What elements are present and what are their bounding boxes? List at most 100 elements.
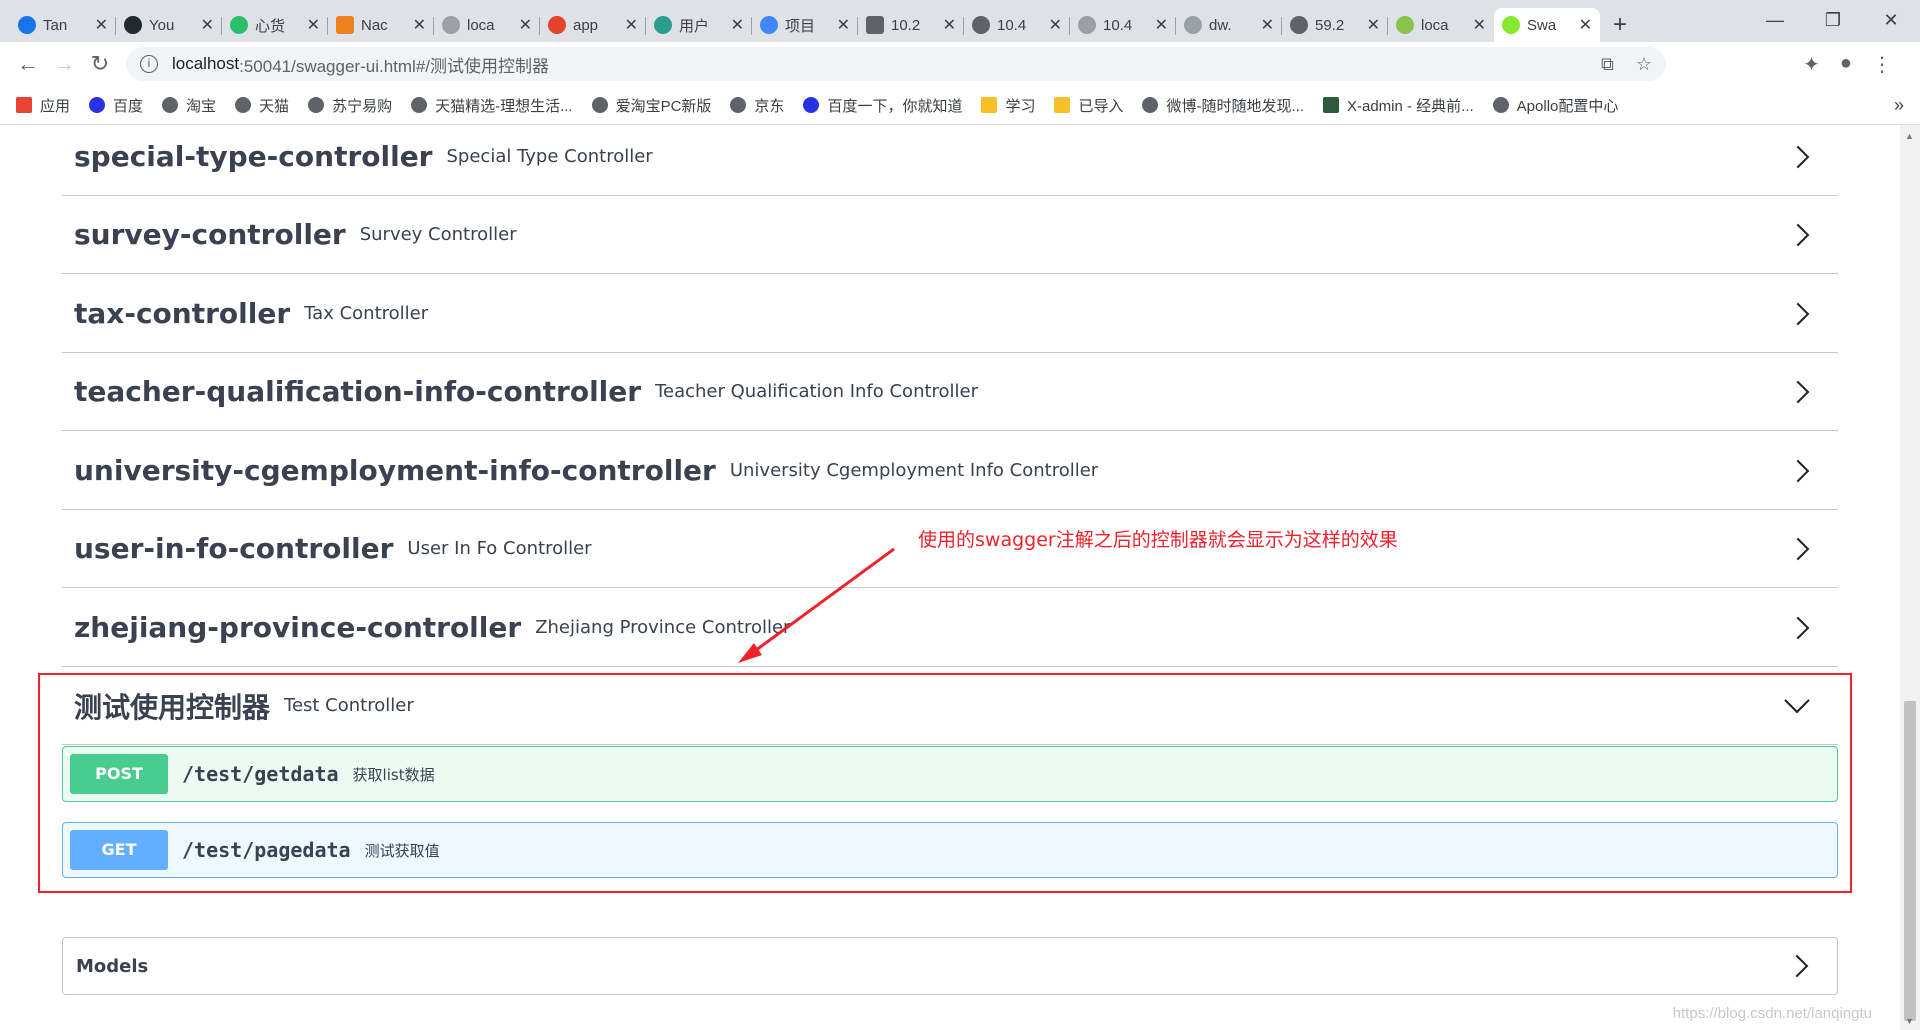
- tab-label: loca: [467, 16, 495, 34]
- tab-bar: Tan ✕ You ✕ 心货 ✕ Nac ✕ loca ✕ app ✕ 用户 ✕ 项目 ✕ 10…: [0, 0, 1920, 42]
- bookmark-label: 苏宁易购: [332, 97, 393, 115]
- tab-favicon-icon: [18, 16, 36, 34]
- address-bar[interactable]: i localhost:50041/swagger-ui.html#/测试使用控…: [126, 47, 1666, 81]
- annotation-arrow: [738, 547, 895, 663]
- tab-label: 59.2: [1315, 16, 1345, 34]
- vue-icon: [654, 16, 672, 34]
- bookmark-label: 百度一下，你就知道: [827, 97, 963, 115]
- close-icon[interactable]: ✕: [201, 15, 214, 35]
- tab[interactable]: 10.4 ✕: [964, 8, 1070, 42]
- globe-icon: [1142, 97, 1159, 113]
- bookmark-item[interactable]: X-admin - 经典前...: [1322, 95, 1474, 116]
- star-icon[interactable]: ☆: [1636, 54, 1652, 75]
- bookmark-folder[interactable]: 学习: [981, 95, 1035, 116]
- globe-icon: [730, 97, 747, 113]
- close-icon[interactable]: ✕: [519, 15, 532, 35]
- maximize-button[interactable]: ❐: [1804, 0, 1862, 40]
- bookmarks-more-button[interactable]: »: [1894, 95, 1904, 116]
- back-button[interactable]: ←: [10, 46, 46, 82]
- tab-label: 心货: [255, 17, 286, 35]
- bookmark-item[interactable]: 百度一下，你就知道: [803, 95, 962, 116]
- bookmark-item[interactable]: 应用: [16, 95, 70, 116]
- close-icon[interactable]: ✕: [625, 15, 638, 35]
- tab[interactable]: 10.2 ✕: [858, 8, 964, 42]
- arrow-line: [747, 547, 895, 658]
- bookmark-item[interactable]: 百度: [89, 95, 143, 116]
- tab[interactable]: app ✕: [540, 8, 646, 42]
- bookmark-item[interactable]: 天猫精选-理想生活...: [411, 95, 573, 116]
- info-icon[interactable]: i: [140, 55, 158, 73]
- bookmark-item[interactable]: 京东: [730, 95, 784, 116]
- close-icon[interactable]: ✕: [95, 15, 108, 35]
- models-section[interactable]: Models: [62, 937, 1838, 995]
- apps-icon: [16, 97, 32, 113]
- close-icon[interactable]: ✕: [1579, 15, 1592, 35]
- tab[interactable]: Nac ✕: [328, 8, 434, 42]
- close-icon[interactable]: ✕: [1049, 15, 1062, 35]
- tab-label: Swa: [1527, 16, 1557, 34]
- close-icon[interactable]: ✕: [413, 15, 426, 35]
- window-close-button[interactable]: ✕: [1862, 0, 1920, 40]
- close-icon[interactable]: ✕: [837, 15, 850, 35]
- tab[interactable]: 心货 ✕: [222, 8, 328, 42]
- reload-button[interactable]: ↻: [82, 46, 118, 82]
- minimize-button[interactable]: —: [1746, 0, 1804, 40]
- tab[interactable]: You ✕: [116, 8, 222, 42]
- bookmark-item[interactable]: 微博-随时随地发现...: [1142, 95, 1304, 116]
- bookmark-label: 百度: [113, 97, 144, 115]
- close-icon[interactable]: ✕: [307, 15, 320, 35]
- bookmark-item[interactable]: 爱淘宝PC新版: [591, 95, 711, 116]
- tab-label: You: [149, 16, 175, 34]
- tab[interactable]: Tan ✕: [10, 8, 116, 42]
- bookmark-item[interactable]: 天猫: [235, 95, 289, 116]
- bookmark-label: 天猫: [259, 97, 290, 115]
- globe-icon: [235, 97, 252, 113]
- leaf-icon: [1396, 16, 1414, 34]
- bookmark-folder[interactable]: 已导入: [1054, 95, 1123, 116]
- swagger-content: special-type-controller Special Type Cont…: [0, 125, 1900, 1030]
- tab[interactable]: 59.2 ✕: [1282, 8, 1388, 42]
- tab-favicon-icon: [866, 16, 884, 34]
- window-controls: — ❐ ✕: [1746, 0, 1920, 40]
- tab-label: Nac: [361, 16, 388, 34]
- bookmark-item[interactable]: Apollo配置中心: [1492, 95, 1618, 116]
- new-tab-button[interactable]: +: [1600, 8, 1640, 42]
- translate-icon[interactable]: ⧉: [1601, 54, 1614, 75]
- tab[interactable]: loca ✕: [1388, 8, 1494, 42]
- close-icon[interactable]: ✕: [1473, 15, 1486, 35]
- tab-label: 10.2: [891, 16, 921, 34]
- bookmark-item[interactable]: 淘宝: [162, 95, 216, 116]
- close-icon[interactable]: ✕: [1261, 15, 1274, 35]
- tab[interactable]: dw. ✕: [1176, 8, 1282, 42]
- globe-icon: [972, 16, 990, 34]
- close-icon[interactable]: ✕: [731, 15, 744, 35]
- extensions-icon[interactable]: ✦: [1803, 52, 1820, 77]
- forward-button[interactable]: →: [46, 46, 82, 82]
- tab-label: 10.4: [1103, 16, 1133, 34]
- bookmark-label: 已导入: [1078, 97, 1124, 115]
- tab[interactable]: 项目 ✕: [752, 8, 858, 42]
- scrollbar[interactable]: ▲ ▼: [1900, 125, 1920, 1030]
- tab-active[interactable]: Swa ✕: [1494, 8, 1600, 42]
- close-icon[interactable]: ✕: [1367, 15, 1380, 35]
- tab[interactable]: loca ✕: [434, 8, 540, 42]
- swagger-icon: [1502, 16, 1520, 34]
- close-icon[interactable]: ✕: [1155, 15, 1168, 35]
- globe-icon: [1290, 16, 1308, 34]
- tab[interactable]: 用户 ✕: [646, 8, 752, 42]
- github-icon: [124, 16, 142, 34]
- bookmark-item[interactable]: 苏宁易购: [308, 95, 392, 116]
- tab-label: 10.4: [997, 16, 1027, 34]
- scroll-down-icon[interactable]: ▼: [1905, 1016, 1914, 1026]
- profile-icon[interactable]: ●: [1840, 52, 1852, 77]
- bookmark-label: X-admin - 经典前...: [1346, 97, 1474, 115]
- menu-icon[interactable]: ⋮: [1872, 52, 1892, 77]
- tab[interactable]: 10.4 ✕: [1070, 8, 1176, 42]
- close-icon[interactable]: ✕: [943, 15, 956, 35]
- gitlab-icon: [548, 16, 566, 34]
- bookmark-label: 淘宝: [186, 97, 217, 115]
- chevron-right-icon: [1785, 954, 1809, 978]
- tab-label: dw.: [1209, 16, 1232, 34]
- scroll-up-icon[interactable]: ▲: [1905, 131, 1914, 141]
- scrollbar-thumb[interactable]: [1904, 701, 1916, 1021]
